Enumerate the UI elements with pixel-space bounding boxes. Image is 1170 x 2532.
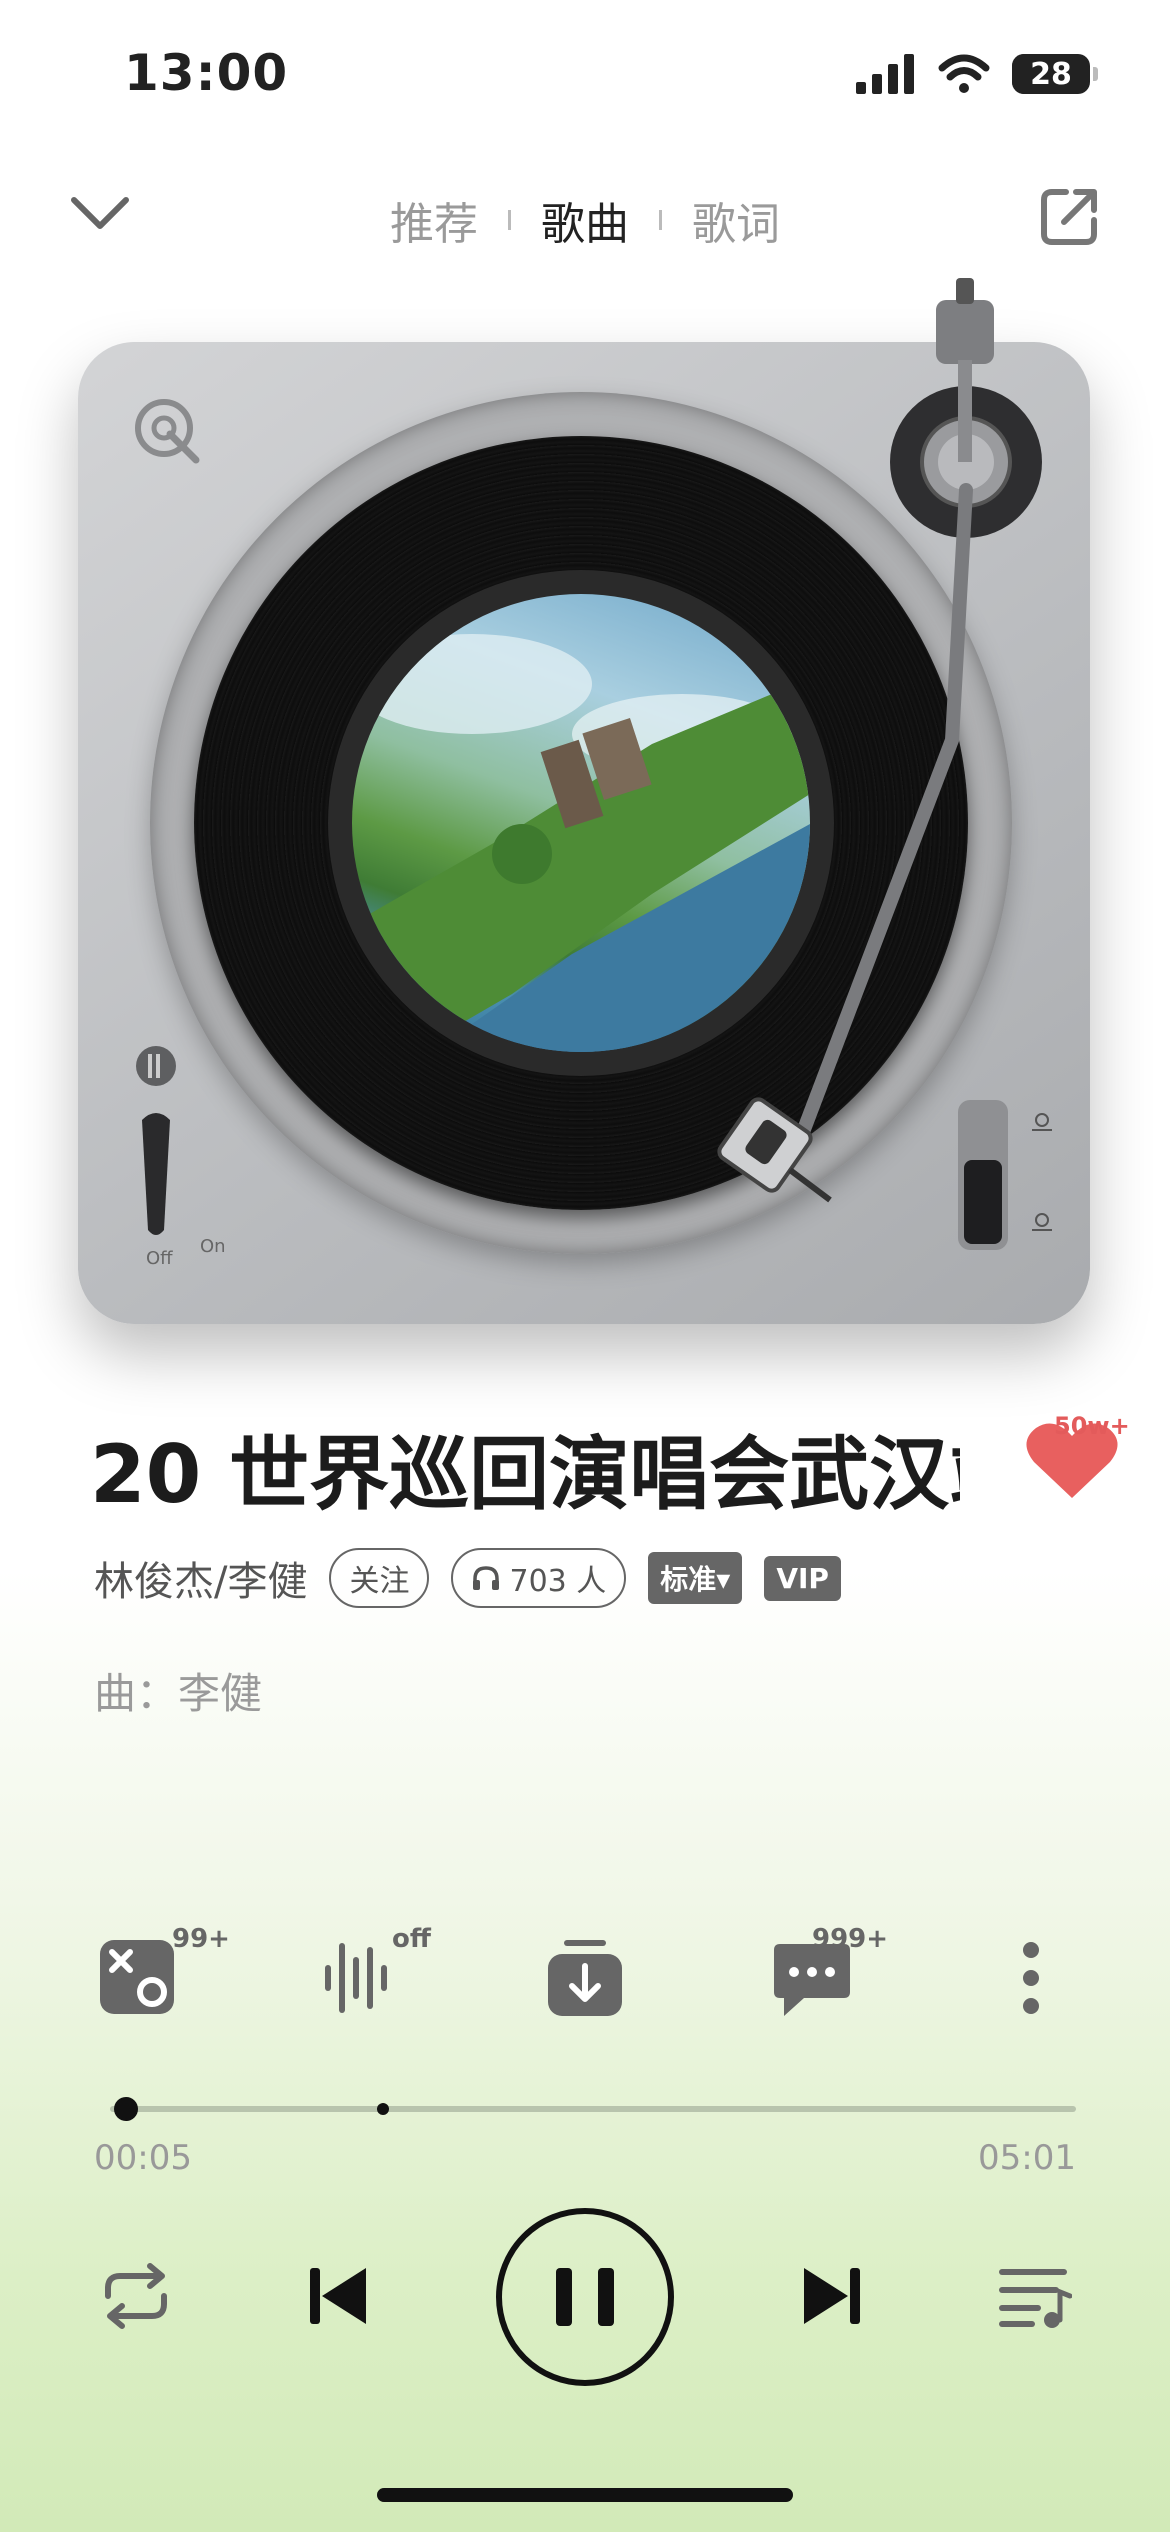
- tab-divider: [508, 210, 511, 230]
- follow-label: 关注: [349, 1564, 410, 1599]
- pause-button[interactable]: [494, 2206, 676, 2388]
- top-tabs: 推荐 歌曲 歌词: [0, 188, 1170, 252]
- tab-divider: [659, 210, 662, 230]
- share-icon[interactable]: [1036, 184, 1102, 250]
- download-icon: [548, 1940, 622, 2016]
- battery-level: 28: [1030, 56, 1072, 92]
- app-logo-icon: [135, 399, 200, 464]
- power-switch[interactable]: [130, 1040, 190, 1280]
- progress-track[interactable]: [110, 2106, 1076, 2112]
- effects-badge: 99+: [172, 1924, 230, 1954]
- previous-icon[interactable]: [306, 2264, 370, 2328]
- artist-names[interactable]: 林俊杰/李健: [94, 1549, 307, 1607]
- power-on-label: On: [200, 1236, 226, 1257]
- power-off-label: Off: [146, 1248, 173, 1269]
- like-count: 50w+: [1054, 1412, 1130, 1440]
- battery-icon: 28: [1012, 54, 1098, 94]
- progress-knob[interactable]: [114, 2097, 139, 2121]
- signal-icon: [856, 54, 914, 94]
- status-icons: 28: [856, 54, 1098, 94]
- wifi-icon: [938, 54, 990, 93]
- speed-switch[interactable]: [958, 1100, 1058, 1260]
- follow-button[interactable]: 关注: [329, 1548, 430, 1608]
- more-vertical-icon: [1023, 1942, 1039, 2014]
- tab-song[interactable]: 歌曲: [541, 188, 629, 252]
- soundwave-icon: [325, 1943, 387, 2013]
- status-time: 13:00: [124, 44, 289, 102]
- listener-count: 703 人: [509, 1564, 607, 1599]
- buffer-marker: [377, 2103, 390, 2115]
- tab-lyrics[interactable]: 歌词: [692, 188, 780, 252]
- song-meta-row: 林俊杰/李健 关注 703 人 标准▾ VIP: [94, 1548, 841, 1608]
- repeat-icon[interactable]: [100, 2262, 172, 2330]
- current-time: 00:05: [94, 2138, 192, 2178]
- listeners-pill[interactable]: 703 人: [451, 1548, 627, 1608]
- tab-recommend[interactable]: 推荐: [390, 188, 478, 252]
- sound-effects-icon: [100, 1940, 174, 2014]
- song-title: 20 世界巡回演唱会武汉站: [90, 1428, 960, 1521]
- quality-selector[interactable]: 标准▾: [648, 1552, 743, 1604]
- download-button[interactable]: [544, 1930, 654, 2040]
- composer-credit: 曲：李健: [94, 1669, 263, 1718]
- home-indicator[interactable]: [377, 2488, 793, 2502]
- playlist-icon[interactable]: [998, 2264, 1072, 2330]
- tonearm[interactable]: [700, 270, 1120, 1230]
- next-icon[interactable]: [800, 2264, 864, 2328]
- more-button[interactable]: [1000, 1930, 1110, 2040]
- soundwave-button[interactable]: off: [320, 1924, 431, 2040]
- headphones-icon: [473, 1566, 500, 1590]
- comments-badge: 999+: [812, 1924, 889, 1954]
- comments-button[interactable]: 999+: [770, 1924, 888, 2040]
- effects-button[interactable]: 99+: [96, 1924, 230, 2040]
- total-time: 05:01: [978, 2138, 1076, 2178]
- vip-badge[interactable]: VIP: [764, 1555, 841, 1601]
- soundwave-badge: off: [392, 1924, 431, 1954]
